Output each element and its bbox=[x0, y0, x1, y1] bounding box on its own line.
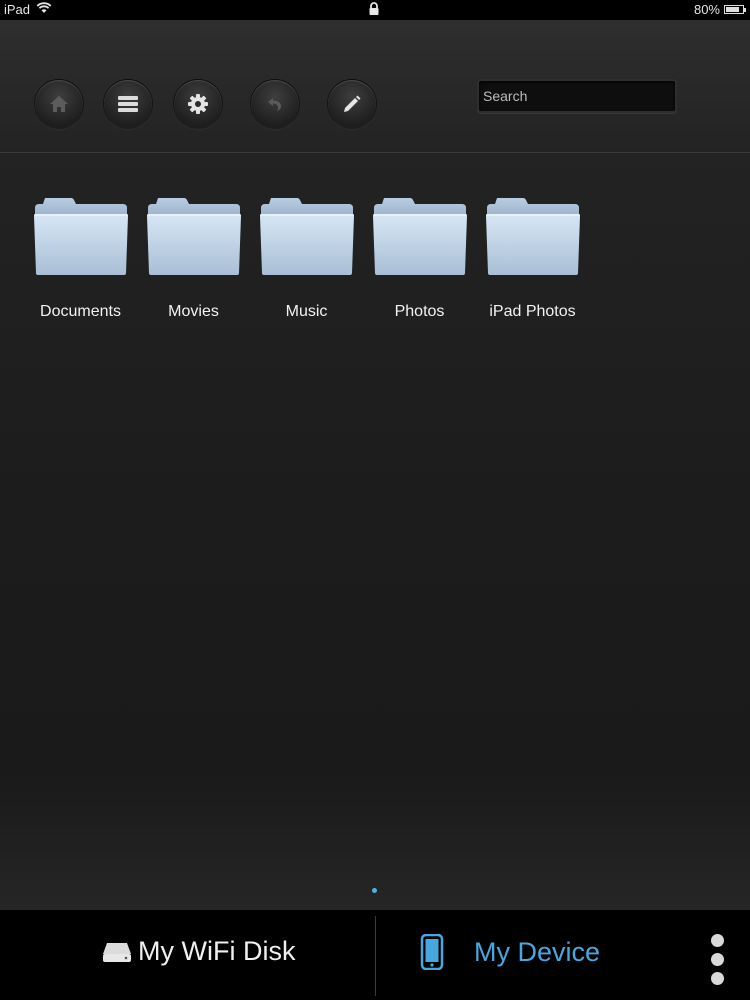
folder-item[interactable]: Documents bbox=[24, 195, 137, 321]
folder-grid: Documents Movies Music Photos iPad Photo… bbox=[24, 195, 589, 321]
folder-item[interactable]: Music bbox=[250, 195, 363, 321]
wifi-icon bbox=[36, 2, 52, 17]
folder-item[interactable]: Photos bbox=[363, 195, 476, 321]
settings-button[interactable] bbox=[174, 80, 222, 128]
tab-bar: My WiFi Disk My Device bbox=[0, 910, 750, 1000]
undo-icon bbox=[268, 98, 281, 111]
battery-icon bbox=[724, 5, 746, 14]
tab-my-wifi-disk[interactable]: My WiFi Disk bbox=[102, 936, 295, 967]
more-dot-icon bbox=[711, 972, 724, 985]
folder-icon bbox=[485, 198, 580, 275]
folder-label: Music bbox=[285, 303, 328, 320]
more-dot-icon bbox=[711, 934, 724, 947]
hard-drive-icon bbox=[103, 942, 131, 962]
folder-label: iPad Photos bbox=[489, 303, 576, 320]
folder-label: Movies bbox=[168, 303, 219, 320]
undo-button[interactable] bbox=[251, 80, 299, 128]
tab-my-device[interactable]: My Device bbox=[420, 934, 600, 970]
folder-item[interactable]: iPad Photos bbox=[476, 195, 589, 321]
device-name: iPad bbox=[4, 2, 31, 17]
list-icon bbox=[118, 96, 138, 112]
page-indicator bbox=[372, 888, 377, 893]
status-right: 80% bbox=[693, 2, 746, 17]
toolbar bbox=[0, 20, 750, 153]
edit-button[interactable] bbox=[328, 80, 376, 128]
search-input[interactable] bbox=[477, 79, 677, 113]
file-browser: Documents Movies Music Photos bbox=[0, 20, 750, 910]
home-icon bbox=[50, 96, 68, 112]
folder-item[interactable]: Movies bbox=[137, 195, 250, 321]
folder-icon bbox=[259, 198, 354, 275]
pencil-icon bbox=[344, 95, 361, 112]
folder-icon bbox=[33, 198, 128, 275]
list-view-button[interactable] bbox=[104, 80, 152, 128]
tab-divider bbox=[375, 916, 376, 996]
status-left: iPad bbox=[4, 2, 52, 17]
gear-icon bbox=[188, 94, 208, 114]
folder-icon bbox=[372, 198, 467, 275]
more-options-button[interactable] bbox=[711, 934, 725, 991]
lock-icon bbox=[368, 2, 380, 19]
battery-percent: 80% bbox=[693, 2, 720, 17]
tab-label: My Device bbox=[474, 936, 601, 967]
folder-label: Photos bbox=[394, 303, 445, 320]
phone-icon bbox=[420, 934, 444, 970]
status-bar: iPad 80% bbox=[0, 0, 750, 20]
battery-level bbox=[726, 7, 739, 12]
folder-icon bbox=[146, 198, 241, 275]
tab-label: My WiFi Disk bbox=[138, 936, 296, 966]
more-dot-icon bbox=[711, 953, 724, 966]
home-button[interactable] bbox=[35, 80, 83, 128]
folder-label: Documents bbox=[40, 303, 121, 320]
